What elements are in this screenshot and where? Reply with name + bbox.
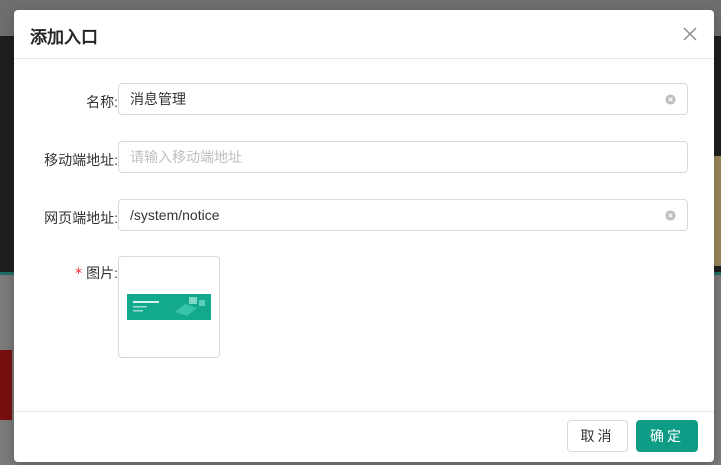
image-upload[interactable]	[118, 256, 220, 358]
name-input[interactable]	[130, 84, 650, 114]
web-url-input-wrapper	[118, 199, 688, 231]
close-icon[interactable]	[680, 24, 700, 44]
modal-footer: 取消 确定	[14, 411, 714, 462]
name-label: 名称:	[86, 94, 118, 110]
add-entry-modal: 添加入口 名称: 移动端地址: 网页端地址:	[14, 10, 714, 462]
form-row-mobile-url: 移动端地址:	[14, 141, 714, 175]
web-url-label: 网页端地址:	[44, 210, 118, 226]
modal-header: 添加入口	[14, 10, 714, 59]
ok-button[interactable]: 确定	[636, 420, 698, 452]
required-mark: *	[75, 266, 83, 282]
name-input-wrapper	[118, 83, 688, 115]
image-thumbnail	[127, 294, 211, 320]
clear-icon[interactable]	[665, 210, 676, 221]
background-decoration	[0, 350, 12, 420]
web-url-input[interactable]	[130, 200, 650, 230]
image-label-text: 图片:	[86, 265, 118, 281]
mobile-url-label: 移动端地址:	[44, 152, 118, 168]
form-row-web-url: 网页端地址:	[14, 199, 714, 233]
clear-icon[interactable]	[665, 94, 676, 105]
modal-title: 添加入口	[30, 28, 98, 47]
form-row-name: 名称:	[14, 83, 714, 117]
cancel-button[interactable]: 取消	[567, 420, 628, 452]
image-label: * 图片:	[75, 263, 118, 283]
mobile-url-input[interactable]	[130, 142, 650, 172]
mobile-url-input-wrapper	[118, 141, 688, 173]
